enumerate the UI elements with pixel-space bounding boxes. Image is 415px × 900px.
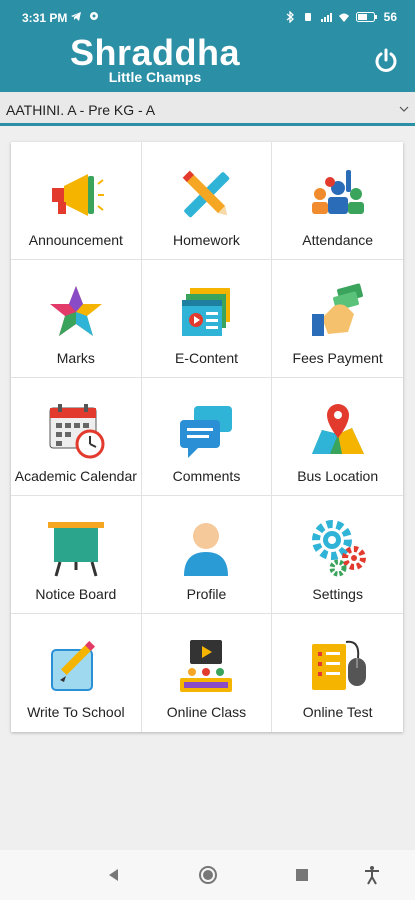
notice-board-icon — [47, 522, 104, 577]
power-icon[interactable] — [371, 46, 401, 76]
status-bar: 3:31 PM 56 — [0, 0, 415, 34]
tile-label: E-Content — [174, 350, 239, 366]
battery-icon — [355, 12, 377, 22]
wifi-icon — [338, 13, 349, 22]
tile-label: Announcement — [28, 232, 123, 248]
vibrate-icon — [304, 13, 311, 21]
tile-academic-calendar[interactable]: Academic Calendar — [11, 378, 142, 496]
user-avatar-icon — [184, 523, 229, 576]
student-selector[interactable]: AATHINI. A - Pre KG - A — [0, 92, 415, 126]
video-content-icon — [182, 288, 231, 336]
app-title: Shraddha — [69, 32, 241, 73]
tile-settings[interactable]: Settings — [272, 496, 403, 614]
tile-label: Homework — [173, 232, 240, 248]
tile-online-test[interactable]: Online Test — [272, 614, 403, 732]
tile-label: Online Test — [302, 704, 373, 720]
map-pin-icon — [311, 404, 364, 454]
gears-icon — [311, 520, 366, 577]
tile-e-content[interactable]: E-Content — [141, 260, 273, 378]
menu-grid: Announcement Homework Attendance Marks E… — [11, 142, 403, 732]
bluetooth-icon — [286, 11, 294, 23]
online-class-icon — [180, 640, 233, 692]
chevron-down-icon — [399, 106, 409, 112]
status-right-icons: 56 — [284, 10, 397, 24]
tile-label: Bus Location — [297, 468, 379, 484]
tile-comments[interactable]: Comments — [141, 378, 273, 496]
megaphone-icon — [51, 174, 104, 216]
tile-label: Profile — [186, 586, 227, 602]
recents-icon[interactable] — [292, 865, 312, 885]
tile-label: Write To School — [27, 704, 125, 720]
home-icon[interactable] — [198, 865, 218, 885]
tile-homework[interactable]: Homework — [141, 142, 273, 260]
app-header: Shraddha Little Champs — [0, 34, 415, 92]
status-time: 3:31 PM — [22, 11, 68, 25]
tile-label: Comments — [172, 468, 241, 484]
tile-label: Academic Calendar — [14, 468, 137, 484]
tile-write-to-school[interactable]: Write To School — [11, 614, 142, 732]
tile-label: Fees Payment — [292, 350, 383, 366]
pencil-ruler-icon — [183, 170, 230, 218]
hand-money-icon — [311, 283, 363, 336]
tile-announcement[interactable]: Announcement — [11, 142, 142, 260]
tile-fees-payment[interactable]: Fees Payment — [272, 260, 403, 378]
tile-profile[interactable]: Profile — [141, 496, 273, 614]
battery-percent: 56 — [383, 10, 397, 24]
signal-icon — [320, 13, 332, 22]
tile-label: Settings — [312, 586, 363, 602]
tile-bus-location[interactable]: Bus Location — [272, 378, 403, 496]
tile-online-class[interactable]: Online Class — [142, 614, 273, 732]
test-mouse-icon — [311, 640, 366, 690]
tile-label: Online Class — [166, 704, 247, 720]
write-note-icon — [50, 641, 95, 691]
gear-icon — [90, 12, 98, 20]
star-icon — [49, 286, 102, 336]
back-icon[interactable] — [104, 865, 124, 885]
tile-notice-board[interactable]: Notice Board — [11, 496, 142, 614]
status-left-icons — [70, 10, 100, 22]
telegram-icon — [71, 12, 81, 21]
system-nav-bar — [0, 850, 415, 900]
student-selector-value: AATHINI. A - Pre KG - A — [6, 102, 156, 118]
tile-label: Notice Board — [35, 586, 117, 602]
app-subtitle: Little Champs — [108, 69, 202, 85]
students-hand-raise-icon — [311, 170, 364, 214]
tile-label: Attendance — [302, 232, 374, 248]
tile-attendance[interactable]: Attendance — [272, 142, 403, 260]
tile-marks[interactable]: Marks — [11, 260, 142, 378]
tile-label: Marks — [56, 350, 95, 366]
accessibility-icon[interactable] — [362, 865, 382, 885]
chat-bubbles-icon — [180, 406, 233, 458]
calendar-clock-icon — [49, 404, 105, 459]
